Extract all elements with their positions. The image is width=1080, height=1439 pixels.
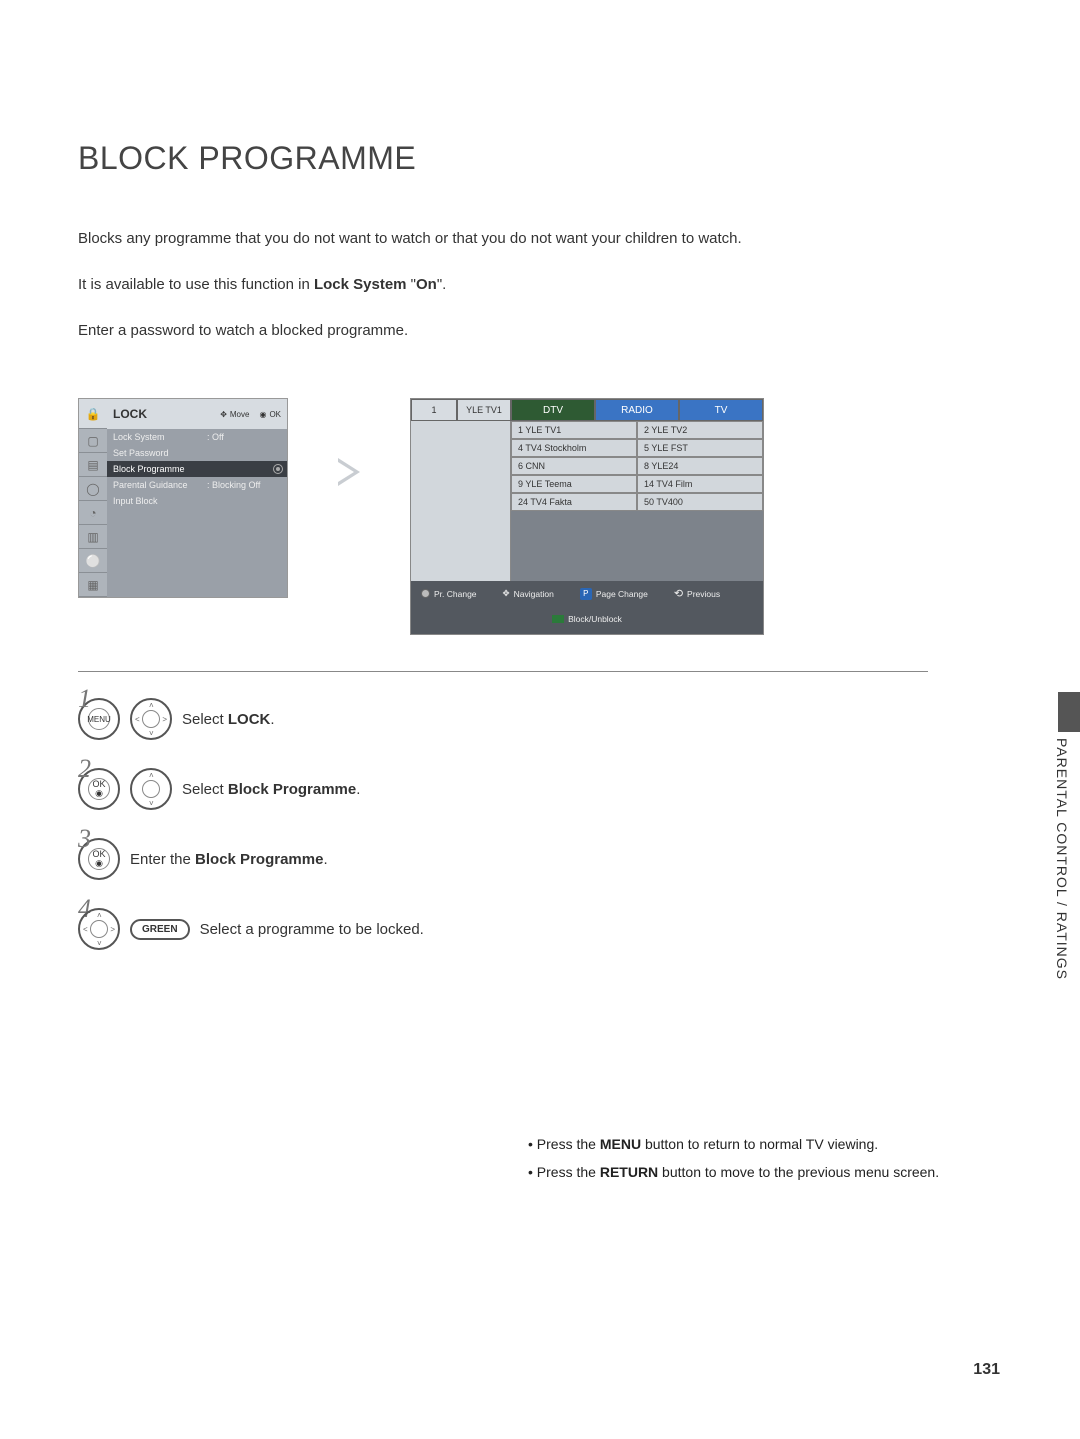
hint-ok: ◉ OK bbox=[259, 410, 281, 419]
tab-radio: RADIO bbox=[595, 399, 679, 421]
foot-nav: ✥ Navigation bbox=[503, 588, 554, 599]
step-text: Select LOCK. bbox=[182, 711, 275, 728]
ok-dot-icon bbox=[273, 464, 283, 474]
lock-row: Set Password bbox=[107, 445, 287, 461]
ch-cell: 9 YLE Teema bbox=[511, 475, 637, 493]
divider bbox=[78, 671, 928, 672]
tab-dtv: DTV bbox=[511, 399, 595, 421]
green-button-icon: GREEN bbox=[130, 919, 190, 940]
lock-row: Lock System: Off bbox=[107, 429, 287, 445]
step-text: Enter the Block Programme. bbox=[130, 851, 328, 868]
intro-line-2: It is available to use this function in … bbox=[78, 273, 998, 297]
ch-number: 1 bbox=[411, 399, 457, 421]
channel-osd: 1 YLE TV1 DTV RADIO TV 1 YLE TV1 4 TV4 S… bbox=[410, 398, 764, 635]
ch-cell: 4 TV4 Stockholm bbox=[511, 439, 637, 457]
ch-cell: 1 YLE TV1 bbox=[511, 421, 637, 439]
ch-cell: 2 YLE TV2 bbox=[637, 421, 763, 439]
hint-move: ✥ Move bbox=[220, 410, 249, 419]
step-text: Select a programme to be locked. bbox=[200, 921, 424, 938]
bluetooth-icon: ⚪ bbox=[79, 549, 107, 573]
side-tab-mark bbox=[1058, 692, 1080, 732]
nav-button-icon: ˄˅˂˃ bbox=[130, 698, 172, 740]
ch-cell: 24 TV4 Fakta bbox=[511, 493, 637, 511]
arrow-right-icon bbox=[338, 458, 360, 486]
option-icon: ◔ bbox=[79, 501, 107, 525]
audio-icon: ▤ bbox=[79, 453, 107, 477]
lock-icon: 🔒 bbox=[79, 399, 107, 429]
ch-cell: 8 YLE24 bbox=[637, 457, 763, 475]
time-icon: ◯ bbox=[79, 477, 107, 501]
foot-change: Pr. Change bbox=[421, 589, 477, 599]
foot-page: PPage Change bbox=[580, 588, 648, 600]
step-1: 1 MENU ˄˅˂˃ Select LOCK. bbox=[78, 698, 998, 740]
nav-button-icon: ˄˅ bbox=[130, 768, 172, 810]
ch-cell: 5 YLE FST bbox=[637, 439, 763, 457]
foot-prev: ⟲Previous bbox=[674, 587, 720, 600]
lock-osd: 🔒 ▢ ▤ ◯ ◔ ▥ ⚪ ▦ LOCK ✥ Move ◉ OK Lock Sy… bbox=[78, 398, 288, 598]
page-title: BLOCK PROGRAMME bbox=[78, 140, 998, 177]
lock-title: LOCK bbox=[113, 407, 210, 421]
step-4: 4 ˄˅˂˃ GREEN Select a programme to be lo… bbox=[78, 908, 998, 950]
page-number: 131 bbox=[973, 1361, 1000, 1379]
lock-row-selected: Block Programme bbox=[107, 461, 287, 477]
tab-tv: TV bbox=[679, 399, 763, 421]
section-tab: PARENTAL CONTROL / RATINGS bbox=[1054, 738, 1070, 980]
lock-row: Parental Guidance: Blocking Off bbox=[107, 477, 287, 493]
ch-cell: 50 TV400 bbox=[637, 493, 763, 511]
game-icon: ▦ bbox=[79, 573, 107, 597]
lock-row: Input Block bbox=[107, 493, 287, 509]
note-2: Press the RETURN button to move to the p… bbox=[528, 1158, 939, 1186]
step-3: 3 OK◉ Enter the Block Programme. bbox=[78, 838, 998, 880]
picture-icon: ▢ bbox=[79, 429, 107, 453]
note-1: Press the MENU button to return to norma… bbox=[528, 1130, 939, 1158]
ch-name: YLE TV1 bbox=[457, 399, 511, 421]
network-icon: ▥ bbox=[79, 525, 107, 549]
foot-block: Block/Unblock bbox=[421, 614, 753, 624]
step-text: Select Block Programme. bbox=[182, 781, 360, 798]
ch-cell: 6 CNN bbox=[511, 457, 637, 475]
intro-line-3: Enter a password to watch a blocked prog… bbox=[78, 319, 998, 343]
nav-button-icon: ˄˅˂˃ bbox=[78, 908, 120, 950]
ch-cell: 14 TV4 Film bbox=[637, 475, 763, 493]
step-2: 2 OK◉ ˄˅ Select Block Programme. bbox=[78, 768, 998, 810]
intro-line-1: Blocks any programme that you do not wan… bbox=[78, 227, 998, 251]
